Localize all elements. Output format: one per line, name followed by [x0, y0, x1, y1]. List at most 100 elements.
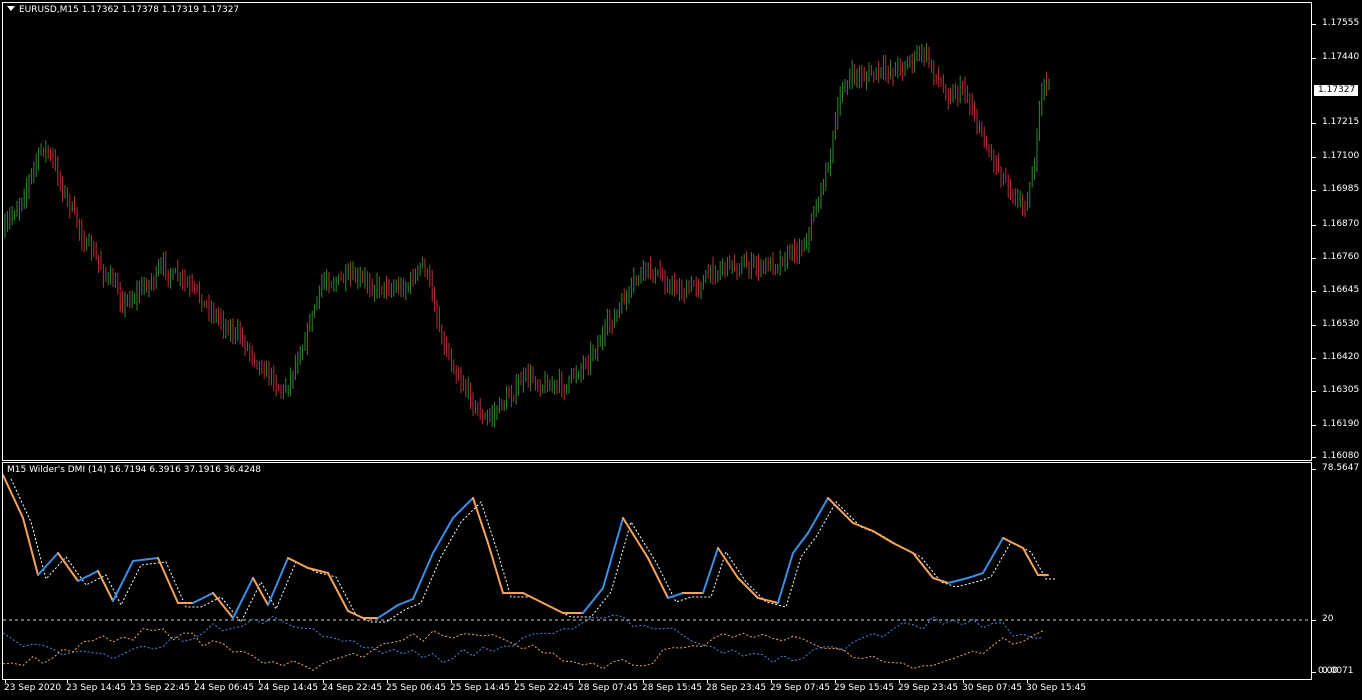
- time-label: 25 Sep 14:45: [450, 683, 511, 693]
- time-label: 29 Sep 07:45: [770, 683, 831, 693]
- time-label: 30 Sep 15:45: [1026, 683, 1087, 693]
- price-axis-tick: [1312, 123, 1316, 124]
- adx-segment: [947, 577, 969, 584]
- price-axis-tick: [1312, 457, 1316, 458]
- adx-segment: [487, 542, 504, 594]
- time-label: 23 Sep 14:45: [66, 683, 127, 693]
- time-label: 24 Sep 14:45: [258, 683, 319, 693]
- adx-segment: [132, 557, 159, 562]
- price-axis-tick: [1312, 157, 1316, 158]
- time-label: 30 Sep 07:45: [962, 683, 1023, 693]
- price-level-label: 1.17215: [1322, 117, 1360, 127]
- adx-segment: [852, 522, 874, 532]
- indicator-level-label: 78.5647: [1322, 463, 1360, 473]
- adx-segment: [192, 592, 214, 604]
- adx-segment: [717, 547, 739, 579]
- adx-segment: [157, 557, 179, 604]
- adx-segment: [522, 592, 544, 604]
- price-axis-tick: [1312, 325, 1316, 326]
- time-label: 24 Sep 06:45: [194, 683, 255, 693]
- adx-segment: [287, 557, 309, 569]
- time-label: 29 Sep 23:45: [898, 683, 959, 693]
- indicator-axis-tick: [1312, 620, 1316, 621]
- adx-segment: [702, 547, 719, 594]
- adx-segment: [737, 577, 759, 599]
- adx-segment: [77, 570, 99, 582]
- adx-segment: [647, 557, 669, 599]
- adx-segment: [472, 497, 489, 544]
- time-label: 28 Sep 07:45: [578, 683, 639, 693]
- adx-segment: [327, 572, 349, 612]
- adx-segment: [432, 517, 454, 554]
- adx-segment: [347, 610, 364, 619]
- adx-segment: [212, 592, 234, 619]
- chart-title: EURUSD,M15 1.17362 1.17378 1.17319 1.173…: [7, 5, 239, 15]
- candlestick-plot: [4, 42, 1050, 428]
- time-label: 23 Sep 2020: [4, 683, 62, 693]
- adx-segment: [792, 532, 809, 554]
- adx-segment: [412, 552, 434, 600]
- adx-segment: [777, 552, 794, 604]
- adx-segment: [667, 592, 684, 599]
- time-label: 25 Sep 06:45: [386, 683, 447, 693]
- adx-segment: [252, 577, 269, 606]
- price-level-label: 1.16985: [1322, 184, 1360, 194]
- price-level-label: 1.16760: [1322, 252, 1360, 262]
- time-label: 29 Sep 15:45: [834, 683, 895, 693]
- indicator-level-label: 0.00: [1318, 666, 1339, 676]
- price-level-label: 1.16645: [1322, 285, 1360, 295]
- price-level-label: 1.16305: [1322, 385, 1360, 395]
- adx-segment: [892, 542, 914, 554]
- current-price-tag: 1.17327: [1314, 85, 1358, 96]
- price-axis-tick: [1312, 58, 1316, 59]
- price-level-label: 1.17555: [1322, 18, 1360, 28]
- price-level-label: 1.16080: [1322, 451, 1360, 461]
- adx-segment: [982, 537, 1004, 574]
- adx-segment: [112, 560, 134, 602]
- adx-segment: [397, 598, 414, 606]
- adx-segment: [267, 557, 289, 606]
- adx-segment: [232, 577, 254, 619]
- dmi-plot: [3, 474, 1311, 671]
- price-level-label: 1.17100: [1322, 151, 1360, 161]
- time-label: 28 Sep 15:45: [642, 683, 703, 693]
- dropdown-triangle-icon[interactable]: [7, 6, 15, 11]
- adx-segment: [872, 530, 894, 544]
- adx-segment: [542, 602, 564, 614]
- symbol-quote-text: EURUSD,M15 1.17362 1.17378 1.17319 1.173…: [19, 5, 240, 15]
- indicator-axis-tick: [1312, 469, 1316, 470]
- price-axis-tick: [1312, 225, 1316, 226]
- price-axis-tick: [1312, 258, 1316, 259]
- time-label: 23 Sep 22:45: [130, 683, 191, 693]
- price-axis-tick: [1312, 391, 1316, 392]
- price-axis-tick: [1312, 291, 1316, 292]
- adx-segment: [22, 517, 39, 576]
- time-label: 25 Sep 22:45: [514, 683, 575, 693]
- price-level-label: 1.17440: [1322, 52, 1360, 62]
- adx-segment: [452, 497, 474, 519]
- adx-segment: [582, 587, 604, 614]
- indicator-level-label: 20: [1322, 614, 1334, 624]
- adx-segment: [967, 572, 984, 579]
- dmi-indicator-pane[interactable]: M15 Wilder's DMI (14) 16.7194 6.3916 37.…: [2, 462, 1312, 680]
- price-level-label: 1.16420: [1322, 352, 1360, 362]
- price-axis-tick: [1312, 425, 1316, 426]
- adx-segment: [827, 497, 854, 524]
- adxr-line: [10, 478, 1056, 623]
- adx-segment: [3, 474, 24, 519]
- time-label: 28 Sep 23:45: [706, 683, 767, 693]
- adx-segment: [932, 577, 949, 584]
- indicator-axis-tick: [1312, 672, 1316, 673]
- price-level-label: 1.16190: [1322, 419, 1360, 429]
- price-axis-tick: [1312, 24, 1316, 25]
- price-axis-tick: [1312, 190, 1316, 191]
- price-axis-tick: [1312, 358, 1316, 359]
- adx-segment: [602, 517, 624, 589]
- adx-segment: [57, 552, 79, 582]
- price-level-label: 1.16530: [1322, 319, 1360, 329]
- adx-segment: [912, 552, 934, 579]
- price-level-label: 1.16870: [1322, 219, 1360, 229]
- price-chart-pane[interactable]: EURUSD,M15 1.17362 1.17378 1.17319 1.173…: [2, 2, 1312, 461]
- plus-di-line: [3, 614, 1044, 664]
- indicator-title: M15 Wilder's DMI (14) 16.7194 6.3916 37.…: [7, 465, 262, 475]
